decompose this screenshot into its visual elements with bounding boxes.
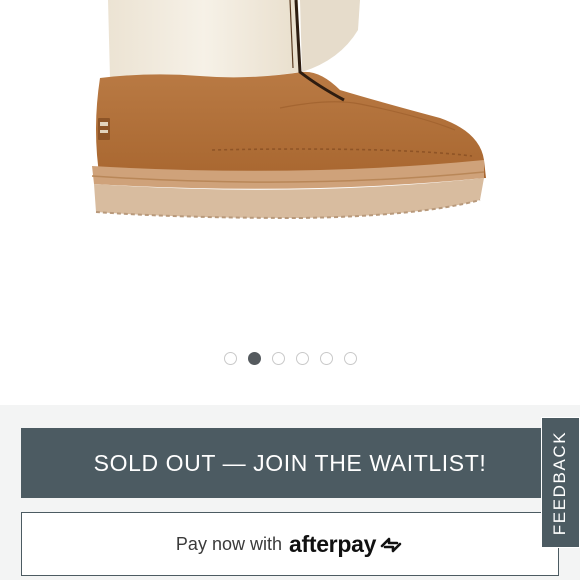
join-waitlist-label: SOLD OUT — JOIN THE WAITLIST! [93, 449, 487, 476]
afterpay-logo: afterpay [288, 530, 377, 557]
carousel-dot-2[interactable] [247, 351, 261, 365]
carousel-dot-6[interactable] [343, 351, 357, 365]
afterpay-button[interactable]: Pay now with afterpay [21, 512, 559, 576]
carousel-dot-5[interactable] [319, 351, 333, 365]
carousel-dot-1[interactable] [223, 351, 237, 365]
feedback-label: FEEDBACK [550, 430, 570, 535]
afterpay-arrows-icon [380, 537, 402, 553]
pay-now-label: Pay now with [175, 533, 282, 554]
feedback-tab[interactable]: FEEDBACK [541, 417, 580, 548]
carousel-dot-4[interactable] [295, 351, 309, 365]
product-image[interactable] [0, 0, 580, 330]
carousel-dots [0, 349, 580, 367]
product-image-area [0, 0, 580, 405]
carousel-dot-3[interactable] [271, 351, 285, 365]
join-waitlist-button[interactable]: SOLD OUT — JOIN THE WAITLIST! [21, 428, 559, 498]
